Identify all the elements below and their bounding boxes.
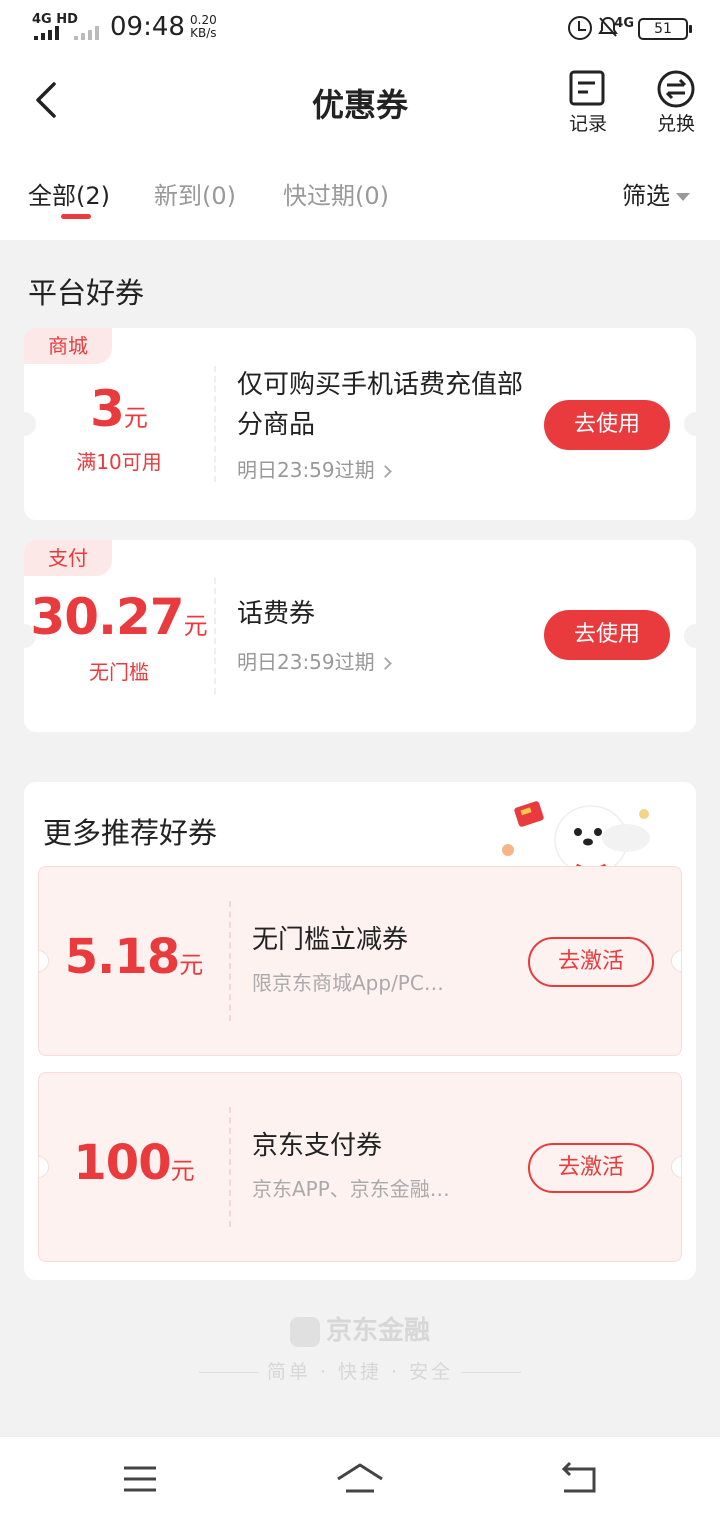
alarm-icon (568, 16, 592, 40)
recommend-section: 更多推荐好券 5.18元 无门槛立减券 限京东商城App/PC… 去激活 100… (24, 782, 696, 1280)
recommend-coupon-amount-value: 100 (73, 1135, 171, 1191)
filter-button[interactable]: 筛选 (622, 176, 690, 211)
chevron-right-icon (378, 657, 392, 670)
use-coupon-button[interactable]: 去使用 (544, 400, 670, 450)
system-navigation-bar (0, 1436, 720, 1520)
home-icon[interactable] (336, 1459, 384, 1499)
exchange-label: 兑换 (656, 113, 695, 135)
brand-slogan: 简单 · 快捷 · 安全 (266, 1361, 454, 1383)
coupon-amount-unit: 元 (183, 612, 208, 640)
coupon-amount-value: 30.27 (30, 588, 184, 646)
tab-all[interactable]: 全部(2) (28, 176, 110, 211)
filter-label: 筛选 (622, 182, 670, 210)
recommend-coupon-amount: 5.18元 (39, 929, 229, 985)
recommend-coupon-amount-unit: 元 (179, 951, 204, 979)
network-right-indicator: 4G (614, 16, 634, 31)
network-speed-unit: KB/s (190, 26, 217, 40)
tab-active-indicator (61, 214, 91, 219)
header: 优惠券 记录 兑换 (0, 56, 720, 152)
recommend-coupon-desc: 限京东商城App/PC… (252, 971, 444, 995)
coupon-tag: 支付 (24, 540, 112, 576)
menu-icon[interactable] (120, 1459, 160, 1499)
use-coupon-button[interactable]: 去使用 (544, 610, 670, 660)
coupon-expire-text: 明日23:59过期 (237, 458, 375, 482)
recommend-coupon-desc: 京东APP、京东金融… (252, 1177, 450, 1201)
brand-name: 京东金融 (325, 1316, 430, 1346)
caret-down-icon (676, 193, 690, 201)
coupon-amount-unit: 元 (123, 404, 148, 432)
status-time: 09:48 (110, 12, 185, 42)
recommend-coupon-amount: 100元 (39, 1135, 229, 1191)
mascot-dog-icon (502, 801, 650, 870)
record-icon (569, 70, 605, 106)
platform-section-title: 平台好券 (28, 276, 145, 310)
recommend-coupon-title: 京东支付券 (252, 1131, 383, 1161)
recommend-coupon-amount-unit: 元 (170, 1157, 195, 1185)
footer-brand: 京东金融 简单 · 快捷 · 安全 (0, 1310, 720, 1384)
recommend-section-title: 更多推荐好券 (43, 816, 218, 850)
coupon-title: 话费券 (237, 599, 316, 629)
coupon-tag: 商城 (24, 328, 112, 364)
coupon-expire-text: 明日23:59过期 (237, 650, 375, 674)
coupon-condition: 满10可用 (76, 450, 162, 474)
signal-secondary-icon (74, 26, 104, 40)
record-button[interactable]: 记录 (558, 70, 618, 136)
coupon-expire[interactable]: 明日23:59过期 (237, 646, 392, 675)
coupon-title: 仅可购买手机话费充值部分商品 (237, 370, 524, 440)
network-speed: 0.20 KB/s (190, 14, 217, 40)
network-indicator: 4G HD (32, 12, 78, 27)
coupon-expire[interactable]: 明日23:59过期 (237, 454, 392, 483)
recommend-coupon-card: 100元 京东支付券 京东APP、京东金融… 去激活 (38, 1072, 682, 1262)
coupon-card: 支付 30.27元 无门槛 话费券 明日23:59过期 去使用 (24, 540, 696, 732)
exchange-button[interactable]: 兑换 (646, 70, 706, 136)
status-bar: 4G HD 09:48 0.20 KB/s 4G 51 (0, 0, 720, 56)
chevron-right-icon (378, 465, 392, 478)
coupon-card: 商城 3元 满10可用 仅可购买手机话费充值部分商品 明日23:59过期 去使用 (24, 328, 696, 520)
exchange-icon (657, 70, 695, 108)
battery-indicator: 51 (638, 18, 692, 40)
recommend-coupon-card: 5.18元 无门槛立减券 限京东商城App/PC… 去激活 (38, 866, 682, 1056)
coupon-condition: 无门槛 (89, 660, 149, 684)
record-label: 记录 (568, 113, 607, 135)
tab-new[interactable]: 新到(0) (154, 176, 236, 211)
coupon-amount-value: 3 (90, 380, 125, 438)
recommend-coupon-title: 无门槛立减券 (252, 925, 409, 955)
signal-icon (34, 26, 64, 40)
return-icon[interactable] (560, 1459, 600, 1499)
coupon-tabs: 全部(2) 新到(0) 快过期(0) 筛选 (0, 152, 720, 240)
jd-finance-logo-icon (289, 1316, 320, 1347)
recommend-coupon-amount-value: 5.18 (64, 929, 180, 985)
coupon-amount: 30.27元 (24, 588, 214, 646)
activate-coupon-button[interactable]: 去激活 (528, 937, 654, 987)
tab-expiring[interactable]: 快过期(0) (283, 176, 389, 211)
activate-coupon-button[interactable]: 去激活 (528, 1143, 654, 1193)
coupon-amount: 3元 (24, 380, 214, 438)
